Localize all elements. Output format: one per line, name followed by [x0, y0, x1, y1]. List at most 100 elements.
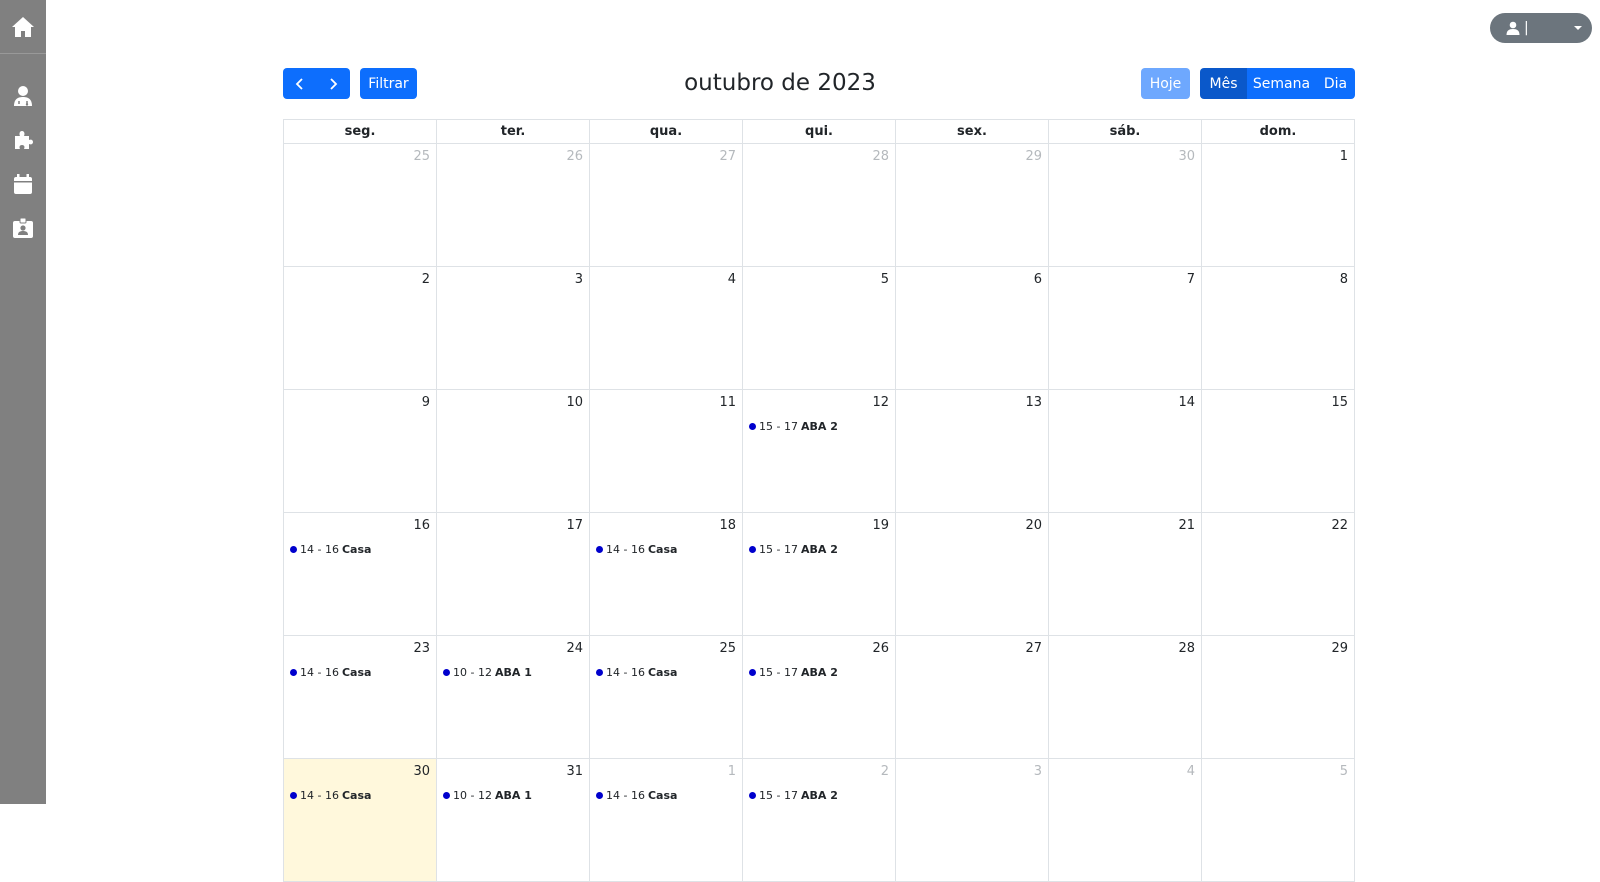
day-number[interactable]: 29 [1331, 641, 1348, 656]
day-cell[interactable]: 16 14 - 16 Casa [284, 513, 437, 636]
day-number[interactable]: 25 [719, 641, 736, 656]
day-number[interactable]: 3 [1034, 764, 1042, 779]
day-number[interactable]: 4 [728, 272, 736, 287]
day-cell[interactable]: 13 [896, 390, 1049, 513]
day-cell[interactable]: 21 [1049, 513, 1202, 636]
day-cell[interactable]: 12 15 - 17 ABA 2 [743, 390, 896, 513]
day-number[interactable]: 18 [719, 518, 736, 533]
day-number[interactable]: 15 [1331, 395, 1348, 410]
day-number[interactable]: 4 [1187, 764, 1195, 779]
sidebar-item-home[interactable] [0, 0, 46, 54]
day-cell[interactable]: 11 [590, 390, 743, 513]
filter-button[interactable]: Filtrar [360, 68, 417, 99]
day-cell[interactable]: 1 14 - 16 Casa [590, 759, 743, 882]
sidebar-item-professional[interactable] [0, 76, 46, 116]
day-number[interactable]: 26 [566, 149, 583, 164]
day-cell[interactable]: 26 [437, 144, 590, 267]
day-cell[interactable]: 31 10 - 12 ABA 1 [437, 759, 590, 882]
day-number[interactable]: 28 [1178, 641, 1195, 656]
view-week-button[interactable]: Semana [1247, 68, 1316, 99]
day-number[interactable]: 17 [566, 518, 583, 533]
user-menu-button[interactable]: | [1490, 13, 1592, 43]
day-number[interactable]: 23 [413, 641, 430, 656]
day-number[interactable]: 11 [719, 395, 736, 410]
day-cell[interactable]: 10 [437, 390, 590, 513]
day-cell[interactable]: 8 [1202, 267, 1355, 390]
day-number[interactable]: 5 [881, 272, 889, 287]
calendar-event[interactable]: 14 - 16 Casa [596, 789, 677, 802]
day-number[interactable]: 6 [1034, 272, 1042, 287]
today-button[interactable]: Hoje [1141, 68, 1190, 99]
day-number[interactable]: 29 [1025, 149, 1042, 164]
sidebar-item-activities[interactable] [0, 120, 46, 160]
prev-button[interactable] [284, 68, 317, 99]
day-cell[interactable]: 3 [896, 759, 1049, 882]
day-cell[interactable]: 30 [1049, 144, 1202, 267]
calendar-event[interactable]: 10 - 12 ABA 1 [443, 666, 532, 679]
day-number[interactable]: 22 [1331, 518, 1348, 533]
day-number[interactable]: 7 [1187, 272, 1195, 287]
next-button[interactable] [317, 68, 350, 99]
day-cell[interactable]: 4 [1049, 759, 1202, 882]
day-number[interactable]: 30 [413, 764, 430, 779]
day-cell[interactable]: 29 [896, 144, 1049, 267]
day-number[interactable]: 31 [566, 764, 583, 779]
sidebar-item-patients[interactable] [0, 208, 46, 248]
day-number[interactable]: 12 [872, 395, 889, 410]
day-number[interactable]: 27 [1025, 641, 1042, 656]
day-cell[interactable]: 28 [743, 144, 896, 267]
day-cell-today[interactable]: 30 14 - 16 Casa [284, 759, 437, 882]
day-cell[interactable]: 5 [1202, 759, 1355, 882]
day-cell[interactable]: 20 [896, 513, 1049, 636]
calendar-event[interactable]: 15 - 17 ABA 2 [749, 543, 838, 556]
calendar-event[interactable]: 14 - 16 Casa [596, 543, 677, 556]
day-cell[interactable]: 29 [1202, 636, 1355, 759]
view-day-button[interactable]: Dia [1316, 68, 1355, 99]
day-number[interactable]: 16 [413, 518, 430, 533]
day-cell[interactable]: 5 [743, 267, 896, 390]
day-cell[interactable]: 2 [284, 267, 437, 390]
day-cell[interactable]: 23 14 - 16 Casa [284, 636, 437, 759]
day-cell[interactable]: 27 [896, 636, 1049, 759]
day-number[interactable]: 27 [719, 149, 736, 164]
day-number[interactable]: 26 [872, 641, 889, 656]
calendar-event[interactable]: 14 - 16 Casa [596, 666, 677, 679]
day-cell[interactable]: 27 [590, 144, 743, 267]
day-number[interactable]: 9 [422, 395, 430, 410]
day-cell[interactable]: 7 [1049, 267, 1202, 390]
day-cell[interactable]: 17 [437, 513, 590, 636]
day-number[interactable]: 2 [422, 272, 430, 287]
day-number[interactable]: 3 [575, 272, 583, 287]
day-cell[interactable]: 2 15 - 17 ABA 2 [743, 759, 896, 882]
day-number[interactable]: 19 [872, 518, 889, 533]
day-cell[interactable]: 18 14 - 16 Casa [590, 513, 743, 636]
day-number[interactable]: 10 [566, 395, 583, 410]
day-cell[interactable]: 26 15 - 17 ABA 2 [743, 636, 896, 759]
calendar-event[interactable]: 10 - 12 ABA 1 [443, 789, 532, 802]
day-number[interactable]: 30 [1178, 149, 1195, 164]
day-number[interactable]: 1 [728, 764, 736, 779]
day-cell[interactable]: 28 [1049, 636, 1202, 759]
day-cell[interactable]: 22 [1202, 513, 1355, 636]
calendar-event[interactable]: 15 - 17 ABA 2 [749, 789, 838, 802]
calendar-event[interactable]: 15 - 17 ABA 2 [749, 420, 838, 433]
day-cell[interactable]: 6 [896, 267, 1049, 390]
day-cell[interactable]: 1 [1202, 144, 1355, 267]
day-number[interactable]: 1 [1340, 149, 1348, 164]
day-number[interactable]: 13 [1025, 395, 1042, 410]
day-cell[interactable]: 25 [284, 144, 437, 267]
view-month-button[interactable]: Mês [1200, 68, 1247, 99]
day-cell[interactable]: 19 15 - 17 ABA 2 [743, 513, 896, 636]
day-cell[interactable]: 15 [1202, 390, 1355, 513]
day-number[interactable]: 28 [872, 149, 889, 164]
calendar-event[interactable]: 15 - 17 ABA 2 [749, 666, 838, 679]
day-cell[interactable]: 14 [1049, 390, 1202, 513]
day-number[interactable]: 25 [413, 149, 430, 164]
day-cell[interactable]: 24 10 - 12 ABA 1 [437, 636, 590, 759]
day-number[interactable]: 24 [566, 641, 583, 656]
sidebar-item-calendar[interactable] [0, 164, 46, 204]
day-number[interactable]: 2 [881, 764, 889, 779]
day-number[interactable]: 21 [1178, 518, 1195, 533]
day-number[interactable]: 5 [1340, 764, 1348, 779]
calendar-event[interactable]: 14 - 16 Casa [290, 789, 371, 802]
